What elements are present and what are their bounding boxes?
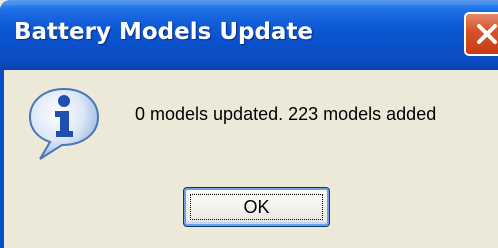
- close-icon: [477, 24, 497, 44]
- ok-button[interactable]: OK: [183, 187, 330, 227]
- message-dialog: Battery Models Update 0 models updated. …: [0, 0, 498, 248]
- title-bar[interactable]: Battery Models Update: [0, 0, 498, 70]
- dialog-message: 0 models updated. 223 models added: [135, 104, 437, 124]
- window-left-border: [0, 70, 4, 248]
- ok-button-label: OK: [243, 196, 270, 217]
- close-button[interactable]: [464, 12, 498, 56]
- information-icon: [28, 87, 100, 160]
- dialog-title: Battery Models Update: [14, 19, 314, 45]
